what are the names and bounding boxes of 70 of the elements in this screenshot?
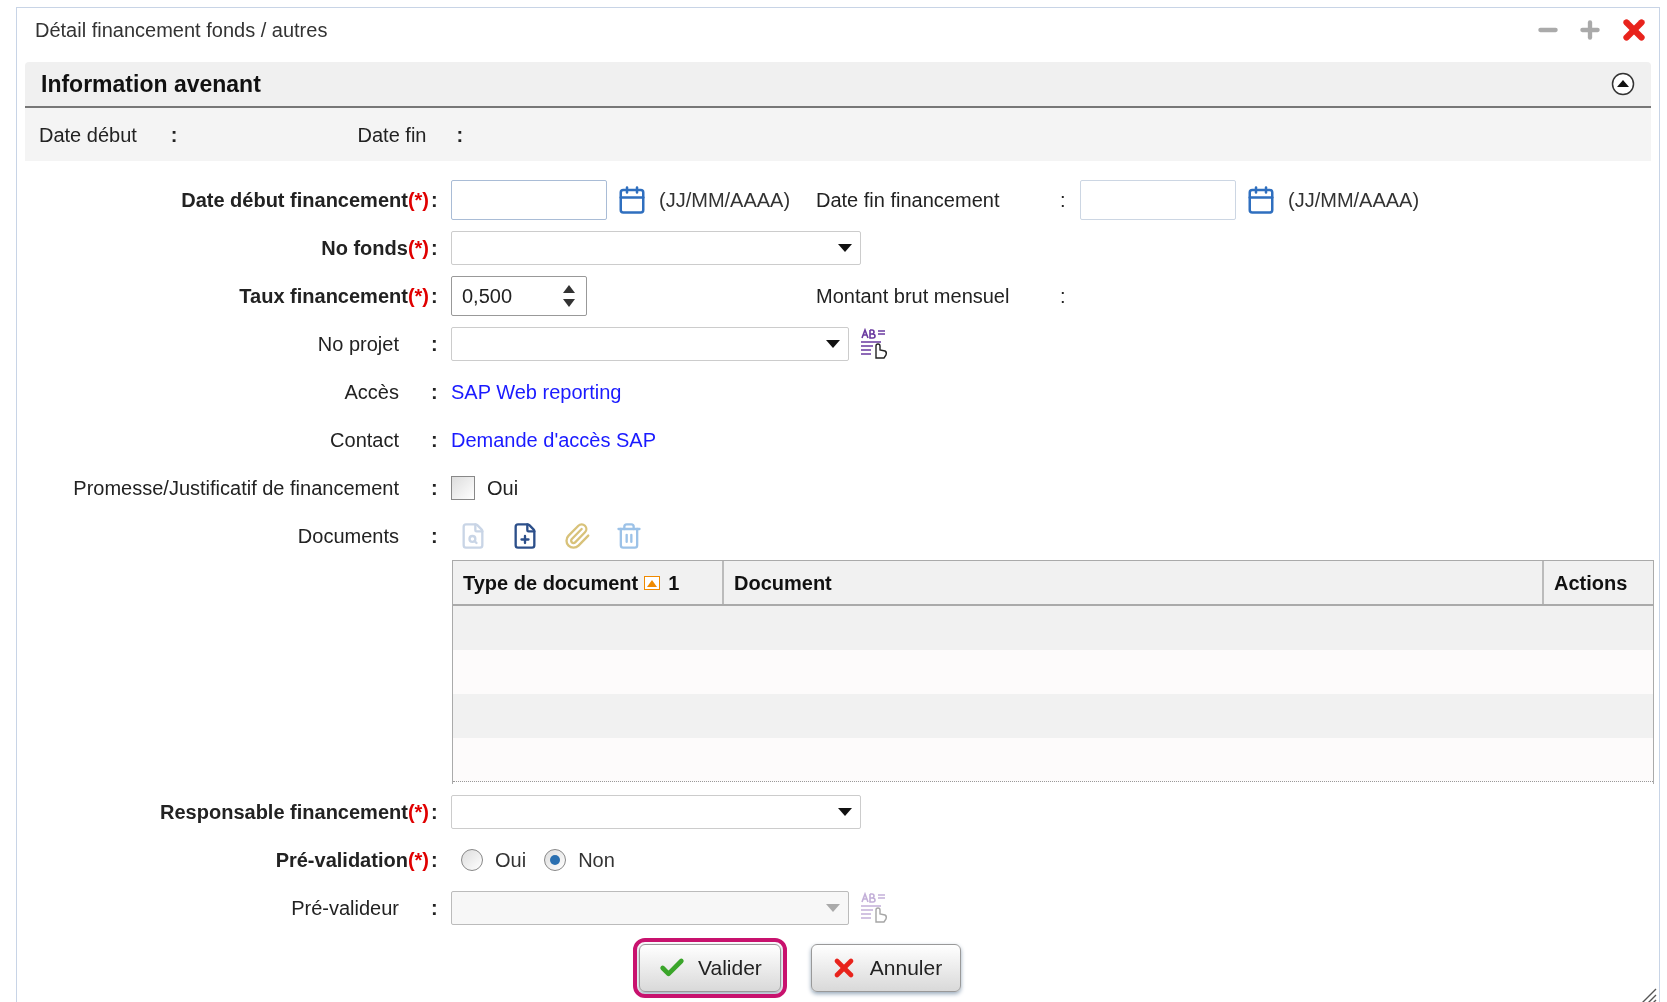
field-label: Date fin financement [816,188,1001,213]
column-header[interactable]: Type de document 1 [453,561,724,604]
field-label: Taux financement [239,284,408,309]
select-field[interactable] [451,231,861,265]
required-mark: (*) [407,236,429,261]
colon: : [430,896,439,921]
sort-ascending-icon [644,575,661,590]
number-spinner[interactable]: 0,500 [451,276,587,316]
field-label: Montant brut mensuel [816,284,1011,309]
calendar-icon[interactable] [617,185,647,215]
required-mark: (*) [407,284,429,309]
column-header[interactable]: Actions [1544,561,1653,604]
dropdown-arrow-icon [838,808,852,816]
date-format-hint: (JJ/MM/AAAA) [659,188,791,213]
link[interactable]: SAP Web reporting [451,381,622,403]
colon: : [430,476,439,501]
radio-button[interactable] [461,849,483,871]
calendar-icon[interactable] [1246,185,1276,215]
colon: : [430,380,439,405]
date-field[interactable] [451,180,607,220]
summary-label: Date début [39,122,137,148]
select-field[interactable] [451,327,849,361]
dropdown-arrow-icon [826,340,840,348]
radio-label: Oui [495,848,527,873]
date-field[interactable] [1080,180,1236,220]
field-label: Responsable financement [160,800,408,825]
date-format-hint: (JJ/MM/AAAA) [1288,188,1420,213]
paperclip-icon[interactable] [563,522,591,550]
field-label: Contact [330,428,399,453]
field-label: Pré-validation [275,848,408,873]
required-mark: (*) [407,800,429,825]
field-label: No fonds [321,236,408,261]
field-label: Documents [297,524,399,549]
field-label: Pré-valideur [291,896,399,921]
colon: : [430,236,439,261]
link[interactable]: Demande d'accès SAP [451,429,657,451]
colon: : [170,122,178,148]
colon: : [1060,284,1067,309]
field-label: No projet [317,332,399,357]
section-title: Information avenant [41,69,261,99]
field-label: Promesse/Justificatif de financement [73,476,399,501]
field-label: Date début financement [181,188,408,213]
colon: : [430,332,439,357]
dropdown-arrow-icon [838,244,852,252]
lookup-icon[interactable] [859,328,889,360]
colon: : [1060,188,1067,213]
colon: : [430,848,439,873]
required-mark: (*) [407,848,429,873]
column-header[interactable]: Document [724,561,1544,604]
colon: : [456,122,464,148]
window-title: Détail financement fonds / autres [35,18,328,43]
colon: : [430,188,439,213]
colon: : [430,524,439,549]
checkbox[interactable] [451,476,475,500]
summary-label: Date fin [357,122,427,148]
radio-button[interactable] [544,849,567,871]
maximize-icon[interactable] [1577,17,1603,43]
colon: : [430,800,439,825]
required-mark: (*) [407,188,429,213]
radio-label: Non [578,848,615,873]
field-label: Accès [344,380,399,405]
colon: : [430,284,439,309]
collapse-icon[interactable] [1611,72,1635,96]
sort-order: 1 [668,570,680,596]
colon: : [430,428,439,453]
checkbox-label: Oui [487,476,519,501]
cancel-button[interactable]: Annuler [810,944,962,992]
delete-icon[interactable] [615,522,643,550]
dropdown-arrow-icon [826,904,840,912]
select-field[interactable] [451,795,861,829]
